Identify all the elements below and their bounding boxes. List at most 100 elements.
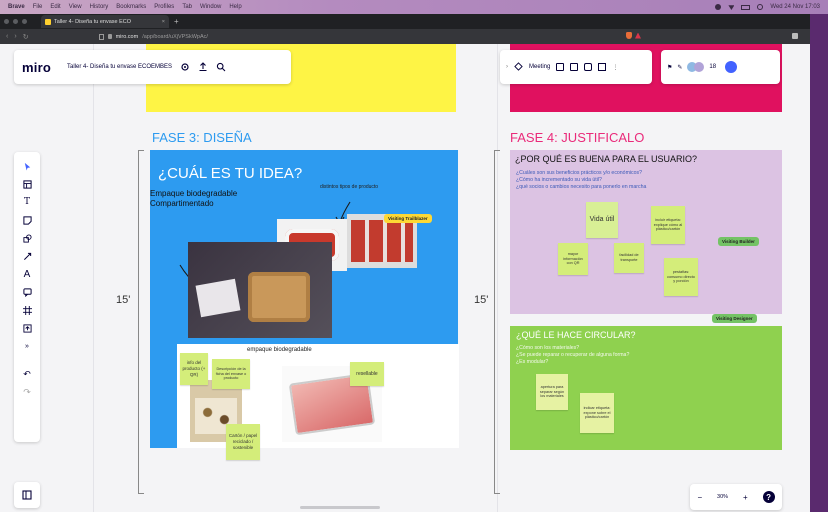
reload-icon[interactable]: ↻ (23, 33, 29, 41)
menu-tab[interactable]: Tab (182, 4, 192, 10)
sticky-vida-util[interactable]: Vida útil (586, 202, 618, 238)
empaque-label[interactable]: empaque biodegradable (247, 347, 312, 353)
frames-panel-button[interactable] (14, 482, 40, 508)
sticky-resellable[interactable]: resellable (350, 362, 384, 386)
menu-history[interactable]: History (90, 4, 109, 10)
menu-apple[interactable]: Brave (8, 4, 25, 10)
sticky-note-icon[interactable] (21, 214, 33, 226)
redo-icon[interactable]: ↷ (21, 386, 33, 398)
menubar-clock[interactable]: Wed 24 Nov 17:03 (770, 4, 820, 10)
timer-left: 15' (116, 294, 131, 306)
frame-divider-left (93, 44, 94, 512)
meeting-icon[interactable] (514, 61, 523, 73)
comment-icon[interactable] (584, 63, 593, 71)
frame-tool-icon[interactable] (21, 304, 33, 316)
text-tool-icon[interactable]: T (21, 196, 33, 208)
new-tab-button[interactable]: + (174, 17, 179, 26)
meeting-label[interactable]: Meeting (529, 64, 550, 70)
miro-logo[interactable]: miro (22, 60, 51, 75)
frame4-title[interactable]: FASE 4: JUSTIFICALO (510, 130, 644, 145)
window-close-button[interactable] (4, 19, 9, 24)
share-avatar[interactable] (725, 61, 738, 73)
zoom-out-button[interactable]: − (697, 493, 702, 502)
timer-icon[interactable] (556, 63, 565, 71)
menu-window[interactable]: Window (200, 4, 221, 10)
board-name[interactable]: Taller 4- Diseña tu envase ECOEMBES (67, 64, 172, 70)
bookmark-icon[interactable] (98, 33, 104, 40)
avatar[interactable] (694, 62, 705, 72)
battery-icon[interactable] (741, 4, 751, 10)
sticky-descripcion[interactable]: Descripción de la ficha del envase o pro… (212, 359, 250, 389)
window-zoom-button[interactable] (22, 19, 27, 24)
box-white (195, 278, 241, 318)
frame3-title[interactable]: FASE 3: DISEÑA (152, 130, 252, 145)
tray-cells (351, 220, 413, 262)
sticky-info-producto[interactable]: info del producto (+ QR) (180, 353, 208, 385)
comment-tool-icon[interactable] (21, 286, 33, 298)
status-icon[interactable] (715, 4, 722, 10)
sticky-facilidad[interactable]: facilidad de transporte (614, 243, 644, 273)
collaborator-count[interactable]: 18 (709, 64, 716, 70)
shapes-icon[interactable] (21, 232, 33, 244)
miro-favicon-icon (45, 18, 51, 25)
photo-biodegradable-box[interactable] (188, 242, 332, 338)
cursor-trailblazer: Visiting Trailblazer (384, 214, 432, 223)
sticky-etiqueta[interactable]: incluir etiqueta: explique cómo al plást… (651, 206, 685, 244)
wifi-icon[interactable] (728, 5, 735, 10)
connection-line-icon[interactable] (21, 250, 33, 262)
sticky-pestanas[interactable]: pestañas: consumo directo y porción (664, 258, 698, 296)
window-minimize-button[interactable] (13, 19, 18, 24)
horizontal-scrollbar[interactable] (300, 506, 380, 509)
menu-bookmarks[interactable]: Bookmarks (116, 4, 146, 10)
voting-icon[interactable] (570, 63, 579, 71)
user-benefit-q3[interactable]: ¿qué socios o cambios necesito para pone… (516, 184, 646, 191)
presence-bar: ⚑ ✎ 18 (661, 50, 780, 84)
more-apps-icon[interactable]: » (21, 340, 33, 352)
chevron-right-icon[interactable]: › (506, 64, 508, 70)
miro-canvas[interactable]: FASE 3: DISEÑA FASE 4: JUSTIFICALO 15' 1… (0, 44, 810, 512)
menu-help[interactable]: Help (229, 4, 241, 10)
sticky-indicar[interactable]: indicar etiqueta: expone sobre el plásti… (580, 393, 614, 433)
sticky-mayor-info[interactable]: mayor información con QR (558, 243, 588, 275)
select-tool-icon[interactable] (21, 160, 33, 172)
menu-view[interactable]: View (69, 4, 82, 10)
browser-url-bar: ‹ › ↻ miro.com/app/board/uXjVPSkWpAc/ (0, 29, 810, 44)
address-field[interactable]: miro.com/app/board/uXjVPSkWpAc/ (98, 33, 208, 40)
more-icon[interactable]: ⋮ (612, 64, 618, 71)
search-icon[interactable] (216, 62, 226, 72)
search-icon[interactable] (757, 4, 764, 10)
forward-icon[interactable]: › (14, 33, 16, 40)
cursor-builder: Visiting Builder (718, 237, 759, 246)
cursor-toggle-icon[interactable]: ✎ (677, 64, 682, 71)
zoom-in-button[interactable]: + (743, 493, 748, 502)
menu-profiles[interactable]: Profiles (154, 4, 174, 10)
back-icon[interactable]: ‹ (6, 33, 8, 40)
undo-icon[interactable]: ↶ (21, 368, 33, 380)
browser-tab[interactable]: Taller 4- Diseña tu envase ECO × (41, 15, 169, 28)
templates-icon[interactable] (21, 178, 33, 190)
brave-shield-icon[interactable] (626, 32, 632, 39)
zoom-level[interactable]: 30% (717, 494, 728, 500)
brave-rewards-icon[interactable] (635, 32, 641, 39)
export-icon[interactable] (198, 62, 208, 72)
upload-icon[interactable] (21, 322, 33, 334)
collaboration-toolbar: › Meeting ⋮ (500, 50, 652, 84)
settings-icon[interactable] (180, 62, 190, 72)
browser-menu-icon[interactable] (792, 33, 798, 39)
sticky-separar[interactable]: apertura para separar según los material… (536, 374, 568, 410)
menu-file[interactable]: File (33, 4, 43, 10)
browser-tab-bar: Taller 4- Diseña tu envase ECO × + (0, 14, 810, 29)
sticky-carton[interactable]: Cartón / papel reciclado / sostenible (226, 424, 260, 460)
board-header: miro Taller 4- Diseña tu envase ECOEMBES (14, 50, 291, 84)
box-kraft (248, 272, 310, 322)
reactions-icon[interactable]: ⚑ (667, 64, 672, 71)
circularity-title[interactable]: ¿QUÉ LE HACE CIRCULAR? (516, 330, 636, 340)
lock-icon (107, 34, 112, 39)
notes-icon[interactable] (598, 63, 607, 71)
circularity-q3[interactable]: ¿Es modular? (516, 359, 548, 366)
tab-close-icon[interactable]: × (162, 19, 165, 25)
pen-icon[interactable]: A (21, 268, 33, 280)
menu-edit[interactable]: Edit (50, 4, 60, 10)
help-button[interactable]: ? (762, 491, 775, 503)
user-benefit-title[interactable]: ¿POR QUÉ ES BUENA PARA EL USUARIO? (515, 154, 697, 164)
